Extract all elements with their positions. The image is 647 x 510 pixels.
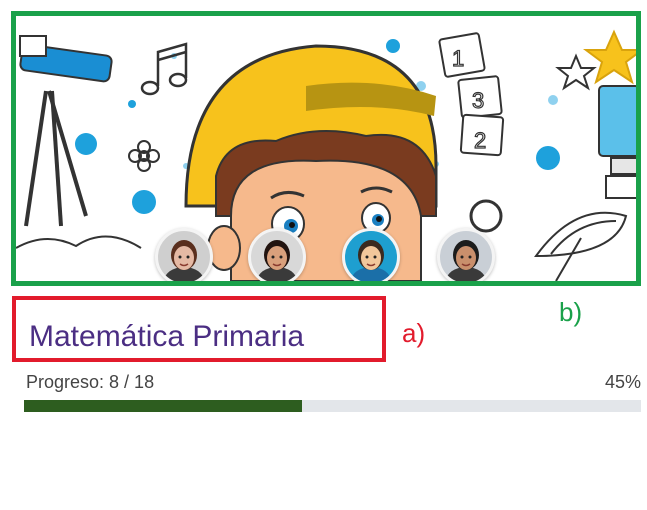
- progress-bar-fill: [24, 400, 302, 412]
- course-banner[interactable]: 1 3 2: [11, 11, 641, 286]
- course-title[interactable]: Matemática Primaria: [29, 320, 304, 354]
- title-annotation-label: a): [402, 318, 426, 348]
- teacher-avatar-1[interactable]: [155, 228, 213, 281]
- teacher-avatar-3[interactable]: [342, 228, 400, 281]
- progress-label: Progreso: 8 / 18: [26, 372, 155, 392]
- progress-percent: 45%: [604, 372, 641, 392]
- teacher-avatar-4[interactable]: [437, 228, 495, 281]
- title-highlight-box: Matemática Primaria: [12, 296, 386, 362]
- banner-annotation-label: b): [559, 297, 583, 327]
- progress-bar: [24, 400, 641, 412]
- teacher-avatar-2[interactable]: [248, 228, 306, 281]
